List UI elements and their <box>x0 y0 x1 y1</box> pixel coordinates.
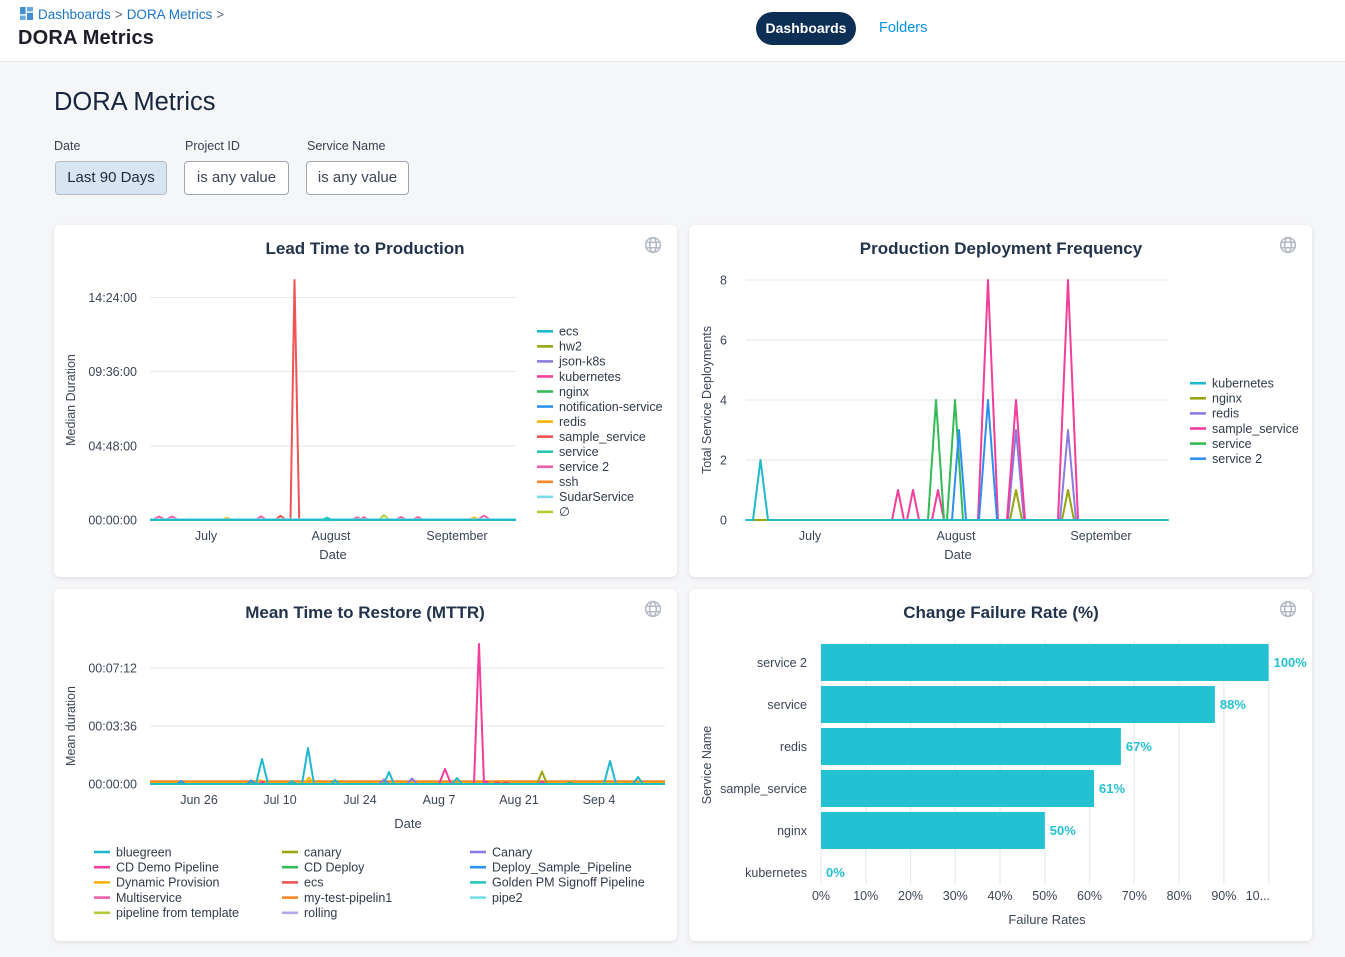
svg-text:Aug 7: Aug 7 <box>423 793 456 807</box>
svg-text:50%: 50% <box>1050 823 1076 838</box>
svg-text:Canary: Canary <box>492 845 533 859</box>
svg-text:100%: 100% <box>1274 655 1308 670</box>
svg-text:Deploy_Sample_Pipeline: Deploy_Sample_Pipeline <box>492 861 632 875</box>
svg-text:service: service <box>1212 437 1252 451</box>
svg-text:kubernetes: kubernetes <box>745 866 807 880</box>
svg-text:json-k8s: json-k8s <box>558 355 606 369</box>
svg-text:September: September <box>426 529 487 543</box>
svg-text:50%: 50% <box>1032 889 1057 903</box>
svg-text:Lead Time to Production: Lead Time to Production <box>266 239 465 258</box>
svg-text:service 2: service 2 <box>757 656 807 670</box>
svg-text:0%: 0% <box>812 889 830 903</box>
svg-text:pipeline from template: pipeline from template <box>116 906 239 920</box>
svg-text:service: service <box>559 445 599 459</box>
svg-text:Service Name: Service Name <box>700 726 714 805</box>
svg-text:rolling: rolling <box>304 906 337 920</box>
svg-text:bluegreen: bluegreen <box>116 845 172 859</box>
svg-text:redis: redis <box>780 740 807 754</box>
svg-text:service: service <box>767 698 807 712</box>
svg-text:00:03:36: 00:03:36 <box>88 719 137 733</box>
svg-text:20%: 20% <box>898 889 923 903</box>
svg-text:ecs: ecs <box>559 325 578 339</box>
svg-text:Mean Time to Restore (MTTR): Mean Time to Restore (MTTR) <box>245 603 485 622</box>
svg-text:6: 6 <box>720 333 727 347</box>
svg-text:August: August <box>937 529 976 543</box>
svg-text:40%: 40% <box>988 889 1013 903</box>
svg-text:nginx: nginx <box>559 385 590 399</box>
svg-text:Date: Date <box>944 547 971 562</box>
svg-text:10%: 10% <box>853 889 878 903</box>
svg-text:Jun 26: Jun 26 <box>180 793 218 807</box>
svg-text:Golden PM Signoff Pipeline: Golden PM Signoff Pipeline <box>492 876 645 890</box>
svg-text:Mean duration: Mean duration <box>64 686 78 766</box>
svg-text:2: 2 <box>720 453 727 467</box>
svg-text:Production Deployment Frequenc: Production Deployment Frequency <box>860 239 1143 258</box>
svg-text:canary: canary <box>304 845 342 859</box>
svg-text:hw2: hw2 <box>559 340 582 354</box>
svg-text:ssh: ssh <box>559 475 579 489</box>
svg-text:8: 8 <box>720 273 727 287</box>
svg-text:sample_service: sample_service <box>559 430 646 444</box>
svg-text:Failure Rates: Failure Rates <box>1008 912 1086 927</box>
svg-text:Date: Date <box>319 547 346 562</box>
svg-text:ecs: ecs <box>304 876 323 890</box>
svg-text:0%: 0% <box>826 865 845 880</box>
svg-text:pipe2: pipe2 <box>492 891 523 905</box>
svg-text:service 2: service 2 <box>559 460 609 474</box>
svg-text:00:00:00: 00:00:00 <box>88 513 137 527</box>
svg-text:Date: Date <box>394 816 421 831</box>
svg-text:00:00:00: 00:00:00 <box>88 777 137 791</box>
svg-text:∅: ∅ <box>559 505 570 519</box>
svg-text:redis: redis <box>559 415 586 429</box>
svg-text:0: 0 <box>720 513 727 527</box>
svg-text:kubernetes: kubernetes <box>1212 377 1274 391</box>
svg-text:CD Deploy: CD Deploy <box>304 861 365 875</box>
svg-text:July: July <box>195 529 218 543</box>
svg-text:notification-service: notification-service <box>559 400 663 414</box>
svg-text:09:36:00: 09:36:00 <box>88 365 137 379</box>
svg-text:30%: 30% <box>943 889 968 903</box>
svg-text:my-test-pipelin1: my-test-pipelin1 <box>304 891 392 905</box>
svg-text:80%: 80% <box>1167 889 1192 903</box>
svg-text:Change Failure Rate (%): Change Failure Rate (%) <box>903 603 1099 622</box>
svg-text:sample_service: sample_service <box>1212 422 1299 436</box>
svg-text:88%: 88% <box>1220 697 1246 712</box>
svg-text:61%: 61% <box>1099 781 1125 796</box>
svg-text:4: 4 <box>720 393 727 407</box>
svg-text:10...: 10... <box>1246 889 1270 903</box>
svg-text:Dynamic Provision: Dynamic Provision <box>116 876 220 890</box>
svg-text:July: July <box>799 529 822 543</box>
svg-text:nginx: nginx <box>777 824 808 838</box>
svg-text:August: August <box>312 529 351 543</box>
svg-text:Jul 24: Jul 24 <box>343 793 376 807</box>
svg-text:14:24:00: 14:24:00 <box>88 291 137 305</box>
svg-text:Median Duration: Median Duration <box>64 354 78 446</box>
svg-text:04:48:00: 04:48:00 <box>88 439 137 453</box>
svg-text:60%: 60% <box>1077 889 1102 903</box>
svg-text:Sep 4: Sep 4 <box>583 793 616 807</box>
svg-text:Total Service Deployments: Total Service Deployments <box>700 326 714 474</box>
svg-text:Aug 21: Aug 21 <box>499 793 539 807</box>
svg-text:CD Demo Pipeline: CD Demo Pipeline <box>116 861 219 875</box>
svg-text:sample_service: sample_service <box>720 782 807 796</box>
svg-text:Multiservice: Multiservice <box>116 891 182 905</box>
svg-text:SudarService: SudarService <box>559 490 634 504</box>
svg-text:redis: redis <box>1212 407 1239 421</box>
svg-text:67%: 67% <box>1126 739 1152 754</box>
svg-text:00:07:12: 00:07:12 <box>88 661 137 675</box>
svg-text:70%: 70% <box>1122 889 1147 903</box>
svg-text:Jul 10: Jul 10 <box>263 793 296 807</box>
svg-text:kubernetes: kubernetes <box>559 370 621 384</box>
svg-text:September: September <box>1070 529 1131 543</box>
svg-text:90%: 90% <box>1211 889 1236 903</box>
svg-text:nginx: nginx <box>1212 392 1243 406</box>
svg-text:service 2: service 2 <box>1212 452 1262 466</box>
